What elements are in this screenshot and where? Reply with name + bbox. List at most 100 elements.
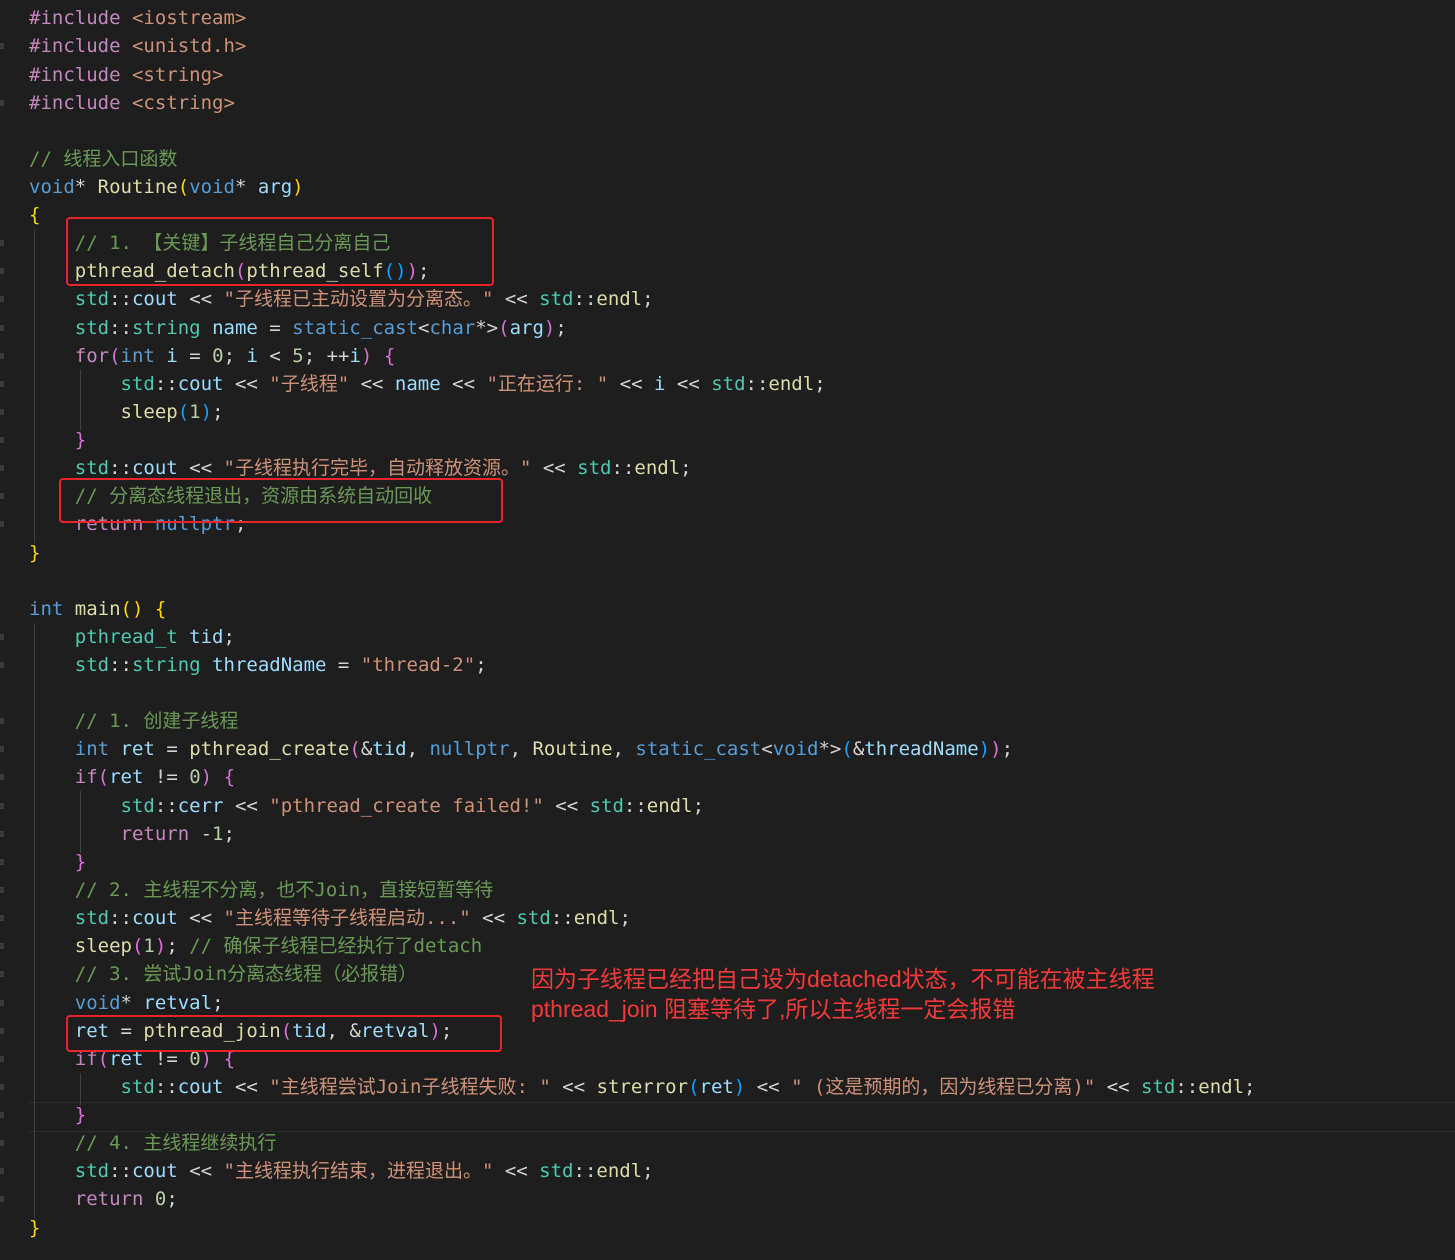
code-token-default xyxy=(212,766,223,788)
code-token-default: << xyxy=(665,373,712,395)
code-token-type: std xyxy=(120,795,155,817)
code-token-default: << xyxy=(543,795,590,817)
code-token-default: :: xyxy=(154,373,178,395)
code-token-default xyxy=(201,654,212,676)
code-token-default: :: xyxy=(1175,1076,1199,1098)
gutter-marker xyxy=(0,915,4,921)
code-token-keyword: int xyxy=(74,738,110,760)
code-token-type: std xyxy=(74,654,110,676)
code-token-comment: // 3. 尝试Join分离态线程（必报错） xyxy=(74,963,418,985)
gutter-marker xyxy=(0,296,4,302)
code-token-default: << xyxy=(177,457,224,479)
code-token-function: pthread_create xyxy=(189,738,350,760)
code-line: return 0; xyxy=(29,1185,178,1213)
code-token-default xyxy=(29,766,75,788)
code-line: std::cout << "主线程等待子线程启动..." << std::end… xyxy=(29,904,631,932)
code-token-function: endl xyxy=(596,1160,643,1182)
code-token-variable: cout xyxy=(177,373,224,395)
code-token-variable: ret xyxy=(120,738,155,760)
code-token-default xyxy=(155,345,166,367)
code-token-default: :: xyxy=(611,457,635,479)
code-token-function: main xyxy=(74,598,121,620)
code-token-default: << xyxy=(470,907,517,929)
code-token-default: < xyxy=(257,345,293,367)
code-token-type: std xyxy=(516,907,551,929)
code-token-default xyxy=(143,598,154,620)
code-line: std::cout << "主线程尝试Join子线程失败: " << strer… xyxy=(29,1073,1256,1101)
code-token-default: ; xyxy=(1244,1076,1256,1098)
gutter-marker xyxy=(0,971,4,977)
code-token-default xyxy=(29,317,75,339)
code-token-default: << xyxy=(177,1160,224,1182)
code-line: std::cout << "主线程执行结束，进程退出。" << std::end… xyxy=(29,1157,654,1185)
code-line: int ret = pthread_create(&tid, nullptr, … xyxy=(29,735,1013,763)
code-token-default xyxy=(29,879,75,901)
code-token-string: "主线程执行结束，进程退出。" xyxy=(223,1160,494,1182)
code-token-default: ; xyxy=(223,626,235,648)
code-token-default xyxy=(29,1160,75,1182)
gutter-marker xyxy=(0,943,4,949)
gutter-marker xyxy=(0,1000,4,1006)
code-token-default xyxy=(201,317,212,339)
code-token-bracket_purple: ( xyxy=(109,345,121,367)
code-token-keyword: static_cast xyxy=(292,317,419,339)
code-token-variable: i xyxy=(653,373,666,395)
code-token-control: for xyxy=(74,345,110,367)
gutter-marker xyxy=(0,240,4,246)
code-token-type: std xyxy=(1141,1076,1176,1098)
code-token-default: ; xyxy=(223,823,235,845)
code-token-default xyxy=(178,626,189,648)
code-token-variable: cout xyxy=(131,1160,178,1182)
code-token-default: << xyxy=(223,795,270,817)
code-token-type: std xyxy=(539,288,574,310)
code-token-default: :: xyxy=(154,1076,178,1098)
code-token-function: endl xyxy=(646,795,693,817)
code-token-default: :: xyxy=(109,288,132,310)
code-token-function: Routine xyxy=(532,738,613,760)
code-token-string: <iostream> xyxy=(131,7,247,29)
code-token-keyword: void xyxy=(29,176,75,198)
code-token-control: #include xyxy=(29,7,132,29)
code-token-default: << xyxy=(531,457,578,479)
gutter-marker xyxy=(0,1028,4,1034)
code-token-bracket_purple: } xyxy=(74,1104,87,1126)
code-token-variable: tid xyxy=(372,738,407,760)
code-token-default: ; xyxy=(680,457,692,479)
gutter-marker xyxy=(0,409,4,415)
code-token-bracket_purple: ) xyxy=(200,766,213,788)
code-token-string: "子线程已主动设置为分离态。" xyxy=(223,288,494,310)
gutter-marker xyxy=(0,381,4,387)
code-token-keyword: int xyxy=(29,598,64,620)
code-token-default xyxy=(29,1104,75,1126)
code-token-keyword: nullptr xyxy=(429,738,510,760)
code-token-bracket_gold: { xyxy=(29,204,41,226)
code-token-variable: threadName xyxy=(212,654,327,676)
code-token-comment: // 1. 创建子线程 xyxy=(74,710,239,732)
code-token-variable: ret xyxy=(109,766,144,788)
gutter-marker xyxy=(0,1168,4,1174)
code-token-default: & xyxy=(852,738,865,760)
code-line: } xyxy=(29,1214,40,1242)
code-token-default: ; xyxy=(212,992,224,1014)
code-token-variable: arg xyxy=(509,317,544,339)
code-token-bracket_purple: } xyxy=(74,429,87,451)
code-editor[interactable]: #include <iostream> #include <unistd.h> #i… xyxy=(0,0,1455,1260)
code-token-default: << xyxy=(493,1160,540,1182)
code-token-variable: retval xyxy=(143,992,213,1014)
code-token-function: endl xyxy=(573,907,620,929)
code-token-type: std xyxy=(539,1160,574,1182)
code-token-type: pthread_t xyxy=(74,626,178,648)
code-token-default xyxy=(29,626,75,648)
code-token-type: string xyxy=(131,654,201,676)
gutter-marker xyxy=(0,887,4,893)
code-token-bracket_purple: ) xyxy=(990,738,1002,760)
code-line: return -1; xyxy=(29,820,235,848)
code-token-bracket_purple: { xyxy=(223,766,236,788)
code-token-default xyxy=(29,457,75,479)
code-token-default: ; xyxy=(642,1160,654,1182)
code-line: #include <unistd.h> xyxy=(29,32,246,60)
code-token-bracket_purple: ( xyxy=(498,317,510,339)
code-token-default: *> xyxy=(818,738,842,760)
code-token-string: <string> xyxy=(131,64,224,86)
code-line: } xyxy=(29,539,40,567)
